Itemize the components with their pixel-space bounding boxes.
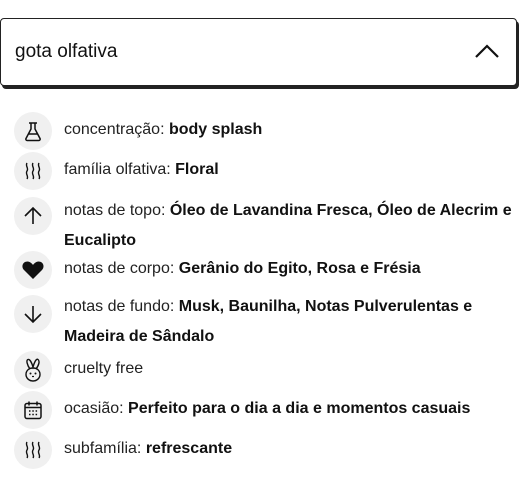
arrow-up-icon bbox=[14, 197, 52, 235]
flask-icon bbox=[14, 112, 52, 150]
chevron-up-icon[interactable] bbox=[474, 41, 500, 61]
accordion-header-gota-olfativa[interactable]: gota olfativa bbox=[0, 18, 517, 86]
detail-label: concentração bbox=[64, 121, 161, 138]
detail-value: Perfeito para o dia a dia e momentos cas… bbox=[128, 400, 471, 417]
detail-row-notas-de-topo: notas de topo: Óleo de Lavandina Fresca,… bbox=[14, 193, 519, 253]
scent-waves-icon bbox=[14, 152, 52, 190]
detail-label: família olfativa bbox=[64, 161, 167, 178]
bunny-icon bbox=[14, 351, 52, 389]
detail-value: Floral bbox=[175, 161, 219, 178]
detail-row-cruelty-free: cruelty free bbox=[14, 351, 519, 389]
heart-icon bbox=[14, 251, 52, 289]
detail-row-concentracao: concentração: body splash bbox=[14, 112, 519, 150]
detail-row-subfamilia: subfamília: refrescante bbox=[14, 431, 519, 469]
calendar-icon bbox=[14, 391, 52, 429]
arrow-down-icon bbox=[14, 295, 52, 333]
detail-value: refrescante bbox=[145, 440, 233, 457]
detail-label: subfamília bbox=[64, 440, 137, 457]
detail-label: notas de corpo bbox=[64, 260, 170, 277]
detail-row-familia-olfativa: família olfativa: Floral bbox=[14, 152, 519, 190]
detail-row-notas-de-corpo: notas de corpo: Gerânio do Egito, Rosa e… bbox=[14, 251, 519, 289]
detail-label: notas de fundo bbox=[64, 298, 170, 315]
detail-value: body splash bbox=[168, 121, 263, 138]
detail-row-notas-de-fundo: notas de fundo: Musk, Baunilha, Notas Pu… bbox=[14, 289, 519, 349]
accordion-title: gota olfativa bbox=[15, 41, 118, 62]
details-list: concentração: body splash família olfati… bbox=[14, 112, 519, 469]
scent-waves-icon bbox=[14, 431, 52, 469]
detail-label: ocasião bbox=[64, 400, 120, 417]
detail-label: cruelty free bbox=[64, 360, 144, 377]
detail-row-ocasiao: ocasião: Perfeito para o dia a dia e mom… bbox=[14, 391, 519, 429]
detail-value: Gerânio do Egito, Rosa e Frésia bbox=[178, 260, 421, 277]
detail-label: notas de topo bbox=[64, 202, 161, 219]
